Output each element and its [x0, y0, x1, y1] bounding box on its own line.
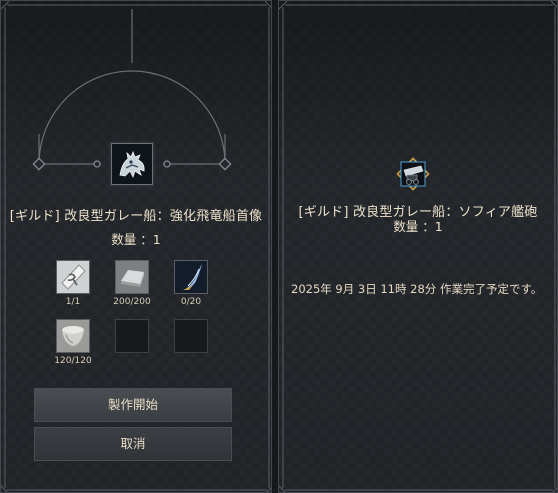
material-slot-3[interactable] [174, 260, 208, 294]
cancel-button[interactable]: 取消 [34, 427, 232, 461]
flame-feather-icon [175, 261, 207, 293]
ingot-icon [116, 261, 148, 293]
material-slot-empty [174, 319, 208, 353]
start-crafting-button[interactable]: 製作開始 [34, 388, 232, 422]
material-slot-empty [115, 319, 149, 353]
craft-quantity: 数量 ：1 [111, 232, 161, 247]
material-count-1: 1/1 [65, 297, 81, 307]
craft-item-name: [ギルド] 改良型ガレー船：強化飛竜船首像 [9, 209, 263, 224]
material-slot-4[interactable] [56, 319, 90, 353]
in-progress-item-icon[interactable] [393, 154, 433, 194]
cannon-icon [396, 157, 430, 191]
panel-frame-ornament [279, 1, 557, 492]
crafted-item-icon[interactable] [111, 143, 153, 185]
material-slot-2[interactable] [115, 260, 149, 294]
material-slot-1[interactable] [56, 260, 90, 294]
progress-panel [278, 0, 558, 493]
dragon-figurehead-icon [112, 144, 152, 184]
material-count-4: 120/120 [54, 356, 92, 366]
panel-shade [279, 1, 557, 492]
completion-time-notice: 2025年 9月 3日 11時 28分 作業完了予定です。 [291, 282, 543, 296]
scroll-icon [57, 261, 89, 293]
bowl-icon [57, 320, 89, 352]
material-count-3: 0/20 [180, 297, 202, 307]
material-count-2: 200/200 [113, 297, 151, 307]
progress-quantity: 数量 ：1 [393, 219, 443, 234]
craft-panel: [ギルド] 改良型ガレー船：強化飛竜船首像 数量 ：1 1/1 200/200 … [0, 0, 272, 493]
